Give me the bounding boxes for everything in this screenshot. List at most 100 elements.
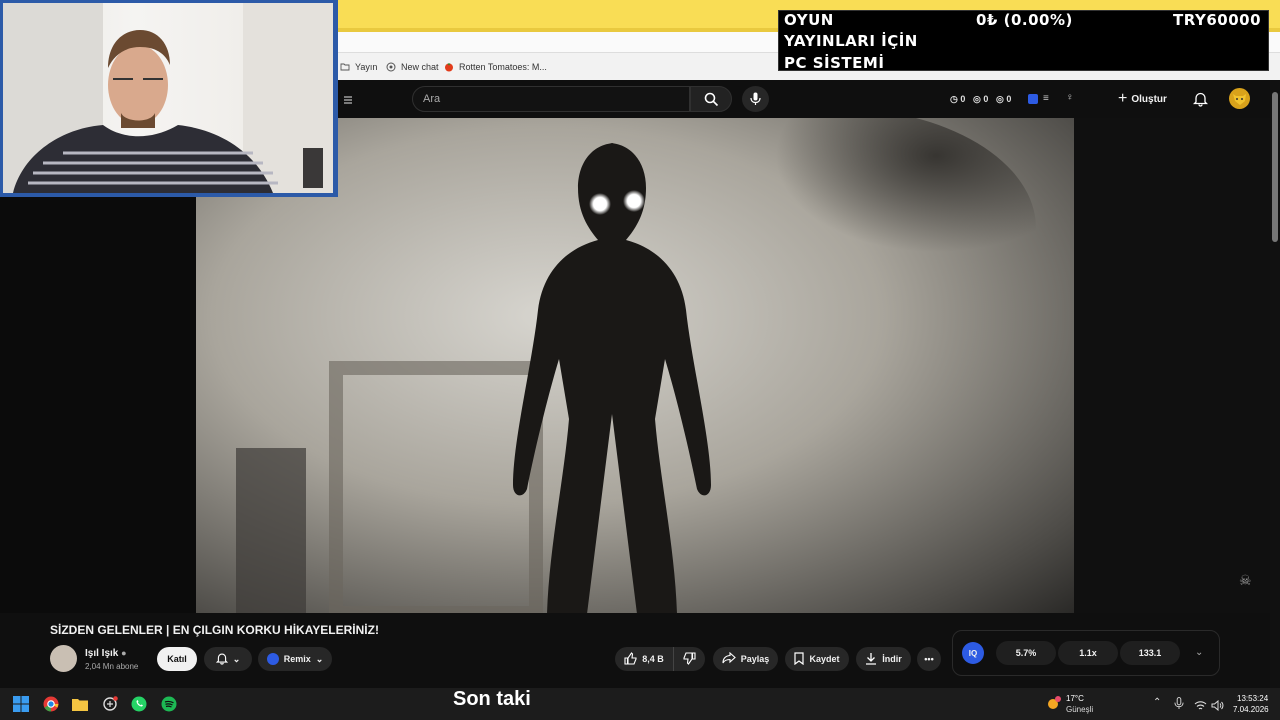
chevron-up-icon[interactable]: ⌃ — [1153, 697, 1161, 708]
more-icon: ••• — [924, 654, 934, 664]
scrollbar-thumb[interactable] — [1272, 92, 1278, 242]
bookmark-label: Rotten Tomatoes: M... — [459, 62, 547, 72]
search-input[interactable]: Ara — [412, 86, 690, 112]
remix-button[interactable]: Remix ⌄ — [258, 647, 332, 671]
iq-value: 1.1x — [1079, 648, 1097, 658]
file-explorer-icon[interactable] — [71, 695, 89, 713]
skull-icon[interactable]: ☠ — [1239, 572, 1252, 589]
channel-name[interactable]: Işıl Işık ● — [85, 648, 127, 659]
windows-taskbar — [0, 688, 1280, 720]
folder-icon — [340, 62, 350, 72]
remix-icon — [266, 653, 279, 665]
taskbar-date[interactable]: 7.04.2026 — [1233, 705, 1269, 714]
iq-badge-label: IQ — [968, 648, 978, 658]
stream-subtitle: Son taki — [453, 688, 531, 710]
chevron-down-icon[interactable]: ⌄ — [1195, 647, 1203, 658]
windows-start-icon[interactable] — [12, 695, 30, 713]
settings-icon[interactable] — [342, 93, 354, 105]
save-label: Kaydet — [809, 654, 840, 664]
streamer-image — [3, 3, 333, 193]
channel-avatar[interactable] — [50, 645, 77, 672]
stat-watch: ◎ 0 — [973, 94, 989, 104]
share-button[interactable]: Paylaş — [713, 647, 778, 671]
dislike-button[interactable] — [673, 647, 705, 671]
search-icon — [704, 92, 719, 107]
iq-metric-percent[interactable]: 5.7% — [996, 641, 1056, 665]
iq-value: 5.7% — [1015, 648, 1037, 658]
download-button[interactable]: İndir — [856, 647, 911, 671]
page-background-right — [1074, 118, 1270, 613]
bookmark-label: Yayın — [355, 62, 378, 72]
chatgpt-app-icon[interactable] — [101, 695, 119, 713]
stat-value: 0 — [983, 94, 989, 104]
like-button[interactable]: 8,4 B — [615, 647, 673, 671]
thumbs-down-icon — [683, 651, 696, 667]
join-button[interactable]: Katıl — [157, 647, 197, 671]
bookmark-rotten-tomatoes[interactable]: Rotten Tomatoes: M... — [444, 62, 547, 72]
whatsapp-icon[interactable] — [130, 695, 148, 713]
overlay-line-1: OYUN — [784, 11, 834, 29]
bookmark-icon — [794, 651, 805, 667]
microphone-tray-icon[interactable] — [1174, 697, 1184, 715]
overlay-amount: 0₺ (0.00%) — [976, 11, 1073, 29]
chevron-down-icon: ⌄ — [315, 653, 324, 664]
extension-icon[interactable]: ♀ — [1066, 92, 1074, 103]
download-label: İndir — [882, 654, 902, 664]
weather-temperature: 17°C — [1066, 694, 1084, 703]
taskbar-clock[interactable]: 13:53:24 — [1237, 694, 1268, 703]
microphone-icon — [750, 92, 761, 105]
stat-eye: ◎ 0 — [996, 94, 1012, 104]
wifi-icon[interactable] — [1194, 698, 1207, 716]
notifications-bell-icon[interactable] — [1192, 91, 1209, 112]
video-title: SİZDEN GELENLER | EN ÇILGIN KORKU HİKAYE… — [50, 623, 379, 637]
iq-metric-speed[interactable]: 1.1x — [1058, 641, 1118, 665]
page-background-left — [0, 196, 196, 613]
stat-views: ◷ 0 — [950, 94, 966, 104]
bookmark-yayin[interactable]: Yayın — [340, 62, 377, 72]
remix-label: Remix — [283, 654, 311, 664]
overlay-line-2: YAYINLARI İÇİN — [784, 32, 918, 50]
download-icon — [865, 652, 877, 667]
avatar[interactable] — [1229, 88, 1250, 109]
share-label: Paylaş — [740, 654, 770, 664]
share-icon — [722, 651, 736, 666]
subscriber-count: 2,04 Mn abone — [85, 662, 139, 671]
verified-icon: ● — [121, 648, 127, 658]
webcam-overlay — [0, 0, 338, 197]
avatar-image — [1233, 94, 1246, 105]
overlay-goal: TRY60000 — [1173, 11, 1262, 29]
extension-iq-icon[interactable] — [1028, 94, 1038, 104]
weather-description: Güneşli — [1066, 705, 1094, 714]
spotify-icon[interactable] — [160, 695, 178, 713]
channel-name-text: Işıl Işık — [85, 648, 119, 659]
stat-value: 0 — [1006, 94, 1012, 104]
list-icon[interactable]: ≡ — [1043, 93, 1049, 104]
voice-search-button[interactable] — [742, 86, 769, 112]
notification-settings-button[interactable]: ⌄ — [204, 647, 252, 671]
stat-value: 0 — [960, 94, 966, 104]
bell-icon — [215, 652, 228, 667]
create-label: Oluştur — [1131, 93, 1167, 105]
iq-value: 133.1 — [1138, 648, 1162, 658]
webcam-feed — [3, 3, 333, 193]
create-button[interactable]: + Oluştur — [1118, 88, 1176, 110]
more-options-button[interactable]: ••• — [917, 647, 941, 671]
save-button[interactable]: Kaydet — [785, 647, 849, 671]
chevron-down-icon: ⌄ — [232, 653, 241, 664]
plus-icon: + — [1118, 90, 1128, 107]
search-placeholder: Ara — [423, 93, 441, 105]
iq-metric-score[interactable]: 133.1 — [1120, 641, 1180, 665]
volume-icon[interactable] — [1211, 698, 1224, 716]
like-count: 8,4 B — [642, 654, 664, 664]
tomato-icon — [444, 62, 454, 72]
join-label: Katıl — [167, 654, 187, 664]
bookmark-label: New chat — [401, 62, 439, 72]
chatgpt-icon — [386, 62, 396, 72]
chrome-icon[interactable] — [42, 695, 60, 713]
weather-icon[interactable] — [1046, 695, 1062, 711]
thumbs-up-icon — [624, 651, 637, 667]
iq-badge[interactable]: IQ — [962, 642, 984, 664]
donation-goal-overlay: OYUN YAYINLARI İÇİN PC SİSTEMİ 0₺ (0.00%… — [778, 10, 1269, 72]
search-button[interactable] — [690, 86, 732, 112]
bookmark-new-chat[interactable]: New chat — [386, 62, 439, 72]
